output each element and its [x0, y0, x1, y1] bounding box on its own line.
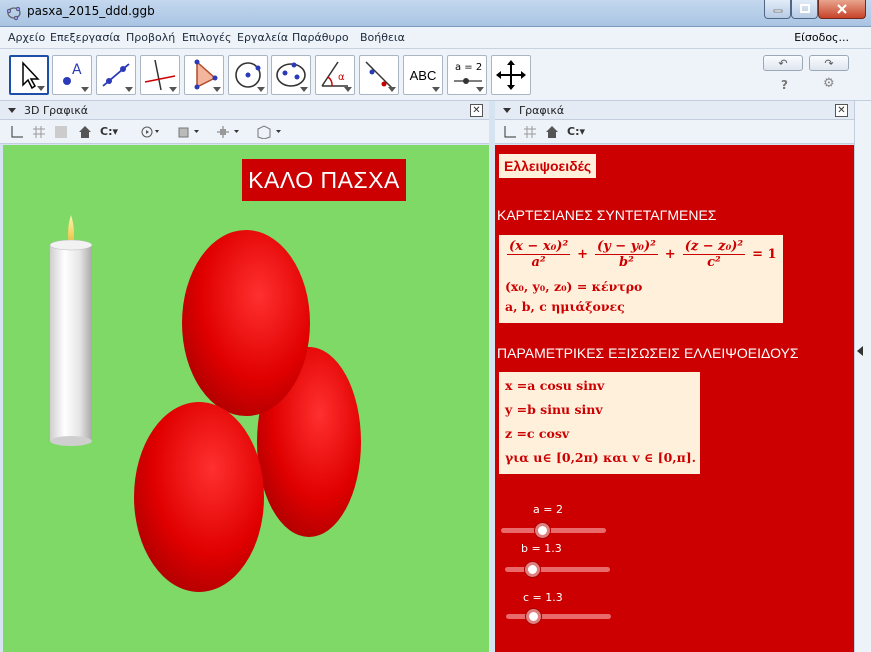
param-domain: για u∈ [0,2π) και v ∈ [0,π].	[505, 450, 697, 465]
gear-icon[interactable]: ⚙	[823, 76, 835, 91]
scene-3d	[49, 215, 361, 592]
param-x: x =a cosu sinv	[505, 378, 605, 393]
slider-b-handle[interactable]	[525, 562, 540, 577]
slider-a-handle[interactable]	[535, 523, 550, 538]
circle-tool-button[interactable]	[228, 55, 268, 95]
ellipsoid-title: Ελλειψοειδές	[499, 154, 597, 178]
cartesian-heading: ΚΑΡΤΕΣΙΑΝΕΣ ΣΥΝΤΕΤΑΓΜΕΝΕΣ	[497, 207, 717, 223]
close-icon	[837, 4, 847, 14]
side-collapse-bar[interactable]	[854, 101, 871, 652]
easter-banner: ΚΑΛΟ ΠΑΣΧΑ	[242, 159, 406, 201]
maximize-button[interactable]	[791, 0, 818, 19]
view3d-canvas[interactable]: ΚΑΛΟ ΠΑΣΧΑ	[3, 145, 489, 652]
view3d-style-bar: C:▾	[0, 120, 489, 144]
graphics-header: Γραφικά ✕	[495, 101, 854, 120]
geogebra-app-icon	[6, 6, 21, 21]
view-direction-icon[interactable]	[216, 125, 242, 139]
perpendicular-tool-button[interactable]	[140, 55, 180, 95]
redo-button[interactable]: ↷	[809, 55, 849, 71]
plane-icon[interactable]	[54, 125, 68, 139]
undo-button[interactable]: ↶	[763, 55, 803, 71]
clipping-icon[interactable]	[178, 125, 202, 139]
grid-icon[interactable]	[523, 125, 537, 139]
login-link[interactable]: Είσοδος...	[794, 31, 849, 44]
title-bar: pasxa_2015_ddd.ggb	[0, 0, 871, 27]
grid-icon[interactable]	[32, 125, 46, 139]
menu-view[interactable]: Προβολή	[126, 31, 175, 44]
slider-b-label: b = 1.3	[521, 542, 562, 555]
angle-tool-button[interactable]: α	[315, 55, 355, 95]
param-z: z =c cosv	[505, 426, 570, 441]
slider-c-label: c = 1.3	[523, 591, 563, 604]
capture-dropdown[interactable]: C:▾	[100, 125, 126, 139]
chevron-left-icon[interactable]	[857, 346, 863, 356]
projection-icon[interactable]	[256, 125, 286, 139]
axes-icon[interactable]	[503, 125, 517, 139]
undo-icon: ↶	[778, 56, 788, 70]
chevron-down-icon[interactable]	[503, 108, 511, 113]
center-line: (x₀, y₀, z₀) = κέντρο	[505, 279, 643, 294]
help-icon[interactable]: ?	[781, 78, 788, 92]
menu-help[interactable]: Βοήθεια	[360, 31, 405, 44]
view3d-title: 3D Γραφικά	[24, 104, 89, 117]
parametric-box: x =a cosu sinv y =b sinu sinv z =c cosv …	[499, 372, 700, 474]
close-view3d-button[interactable]: ✕	[470, 104, 483, 117]
minimize-icon	[773, 9, 782, 13]
candle	[49, 215, 93, 446]
slider-a-track[interactable]	[501, 528, 606, 533]
egg-front	[134, 402, 264, 592]
candle-body	[50, 245, 92, 441]
svg-text:A: A	[72, 62, 82, 78]
menu-window[interactable]: Παράθυρο	[292, 31, 349, 44]
reflect-tool-button[interactable]	[359, 55, 399, 95]
maximize-icon	[799, 4, 810, 13]
close-graphics-button[interactable]: ✕	[835, 104, 848, 117]
graphics-canvas[interactable]: Ελλειψοειδές ΚΑΡΤΕΣΙΑΝΕΣ ΣΥΝΤΕΤΑΓΜΕΝΕΣ (…	[495, 145, 854, 652]
line-tool-button[interactable]	[96, 55, 136, 95]
parametric-heading: ΠΑΡΑΜΕΤΡΙΚΕΣ ΕΞΙΣΩΣΕΙΣ ΕΛΛΕΙΨΟΕΙΔΟΥΣ	[497, 345, 799, 361]
conic-tool-button[interactable]	[271, 55, 311, 95]
cartesian-box: (x − x₀)² a² + (y − y₀)² b² + (z − z₀)² c² …	[499, 235, 783, 323]
svg-text:α: α	[338, 72, 345, 83]
move-tool-button[interactable]	[9, 55, 49, 95]
move-view-icon	[496, 60, 526, 90]
home-icon[interactable]	[545, 125, 559, 139]
toolbar: A α ABC a = 2 ↶ ↷	[0, 49, 871, 101]
menu-options[interactable]: Επιλογές	[182, 31, 231, 44]
view3d-header: 3D Γραφικά ✕	[0, 101, 489, 120]
ellipsoid-equation: (x − x₀)² a² + (y − y₀)² b² + (z − z₀)² c² …	[507, 239, 777, 270]
slider-tool-button[interactable]: a = 2	[447, 55, 487, 95]
point-tool-button[interactable]: A	[52, 55, 92, 95]
egg-top	[182, 230, 310, 416]
slider-a-label: a = 2	[533, 503, 563, 516]
menu-edit[interactable]: Επεξεργασία	[50, 31, 120, 44]
move-view-tool-button[interactable]	[491, 55, 531, 95]
chevron-down-icon[interactable]	[8, 108, 16, 113]
slider-tool-icon: a = 2	[455, 62, 483, 73]
close-button[interactable]	[818, 0, 866, 19]
slider-b-track[interactable]	[505, 567, 610, 572]
text-tool-icon: ABC	[409, 67, 437, 83]
menu-tools[interactable]: Εργαλεία	[237, 31, 288, 44]
menu-file[interactable]: Αρχείο	[8, 31, 45, 44]
semiaxes-line: a, b, c ημιάξονες	[505, 299, 625, 314]
graphics-style-bar: C:▾	[495, 120, 854, 144]
text-tool-button[interactable]: ABC	[403, 55, 443, 95]
slider-c-track[interactable]	[506, 614, 611, 619]
slider-c-handle[interactable]	[526, 609, 541, 624]
redo-icon: ↷	[824, 56, 834, 70]
polygon-tool-button[interactable]	[184, 55, 224, 95]
axes-icon[interactable]	[10, 125, 24, 139]
graphics-title: Γραφικά	[519, 104, 565, 117]
slider-track-icon	[454, 78, 482, 84]
window-title: pasxa_2015_ddd.ggb	[27, 4, 155, 18]
minimize-button[interactable]	[764, 0, 791, 19]
menu-bar: Αρχείο Επεξεργασία Προβολή Επιλογές Εργα…	[0, 27, 871, 49]
home-icon[interactable]	[78, 125, 92, 139]
capture-dropdown[interactable]: C:▾	[567, 125, 593, 139]
rotate-view-icon[interactable]	[140, 125, 162, 139]
param-y: y =b sinu sinv	[505, 402, 603, 417]
